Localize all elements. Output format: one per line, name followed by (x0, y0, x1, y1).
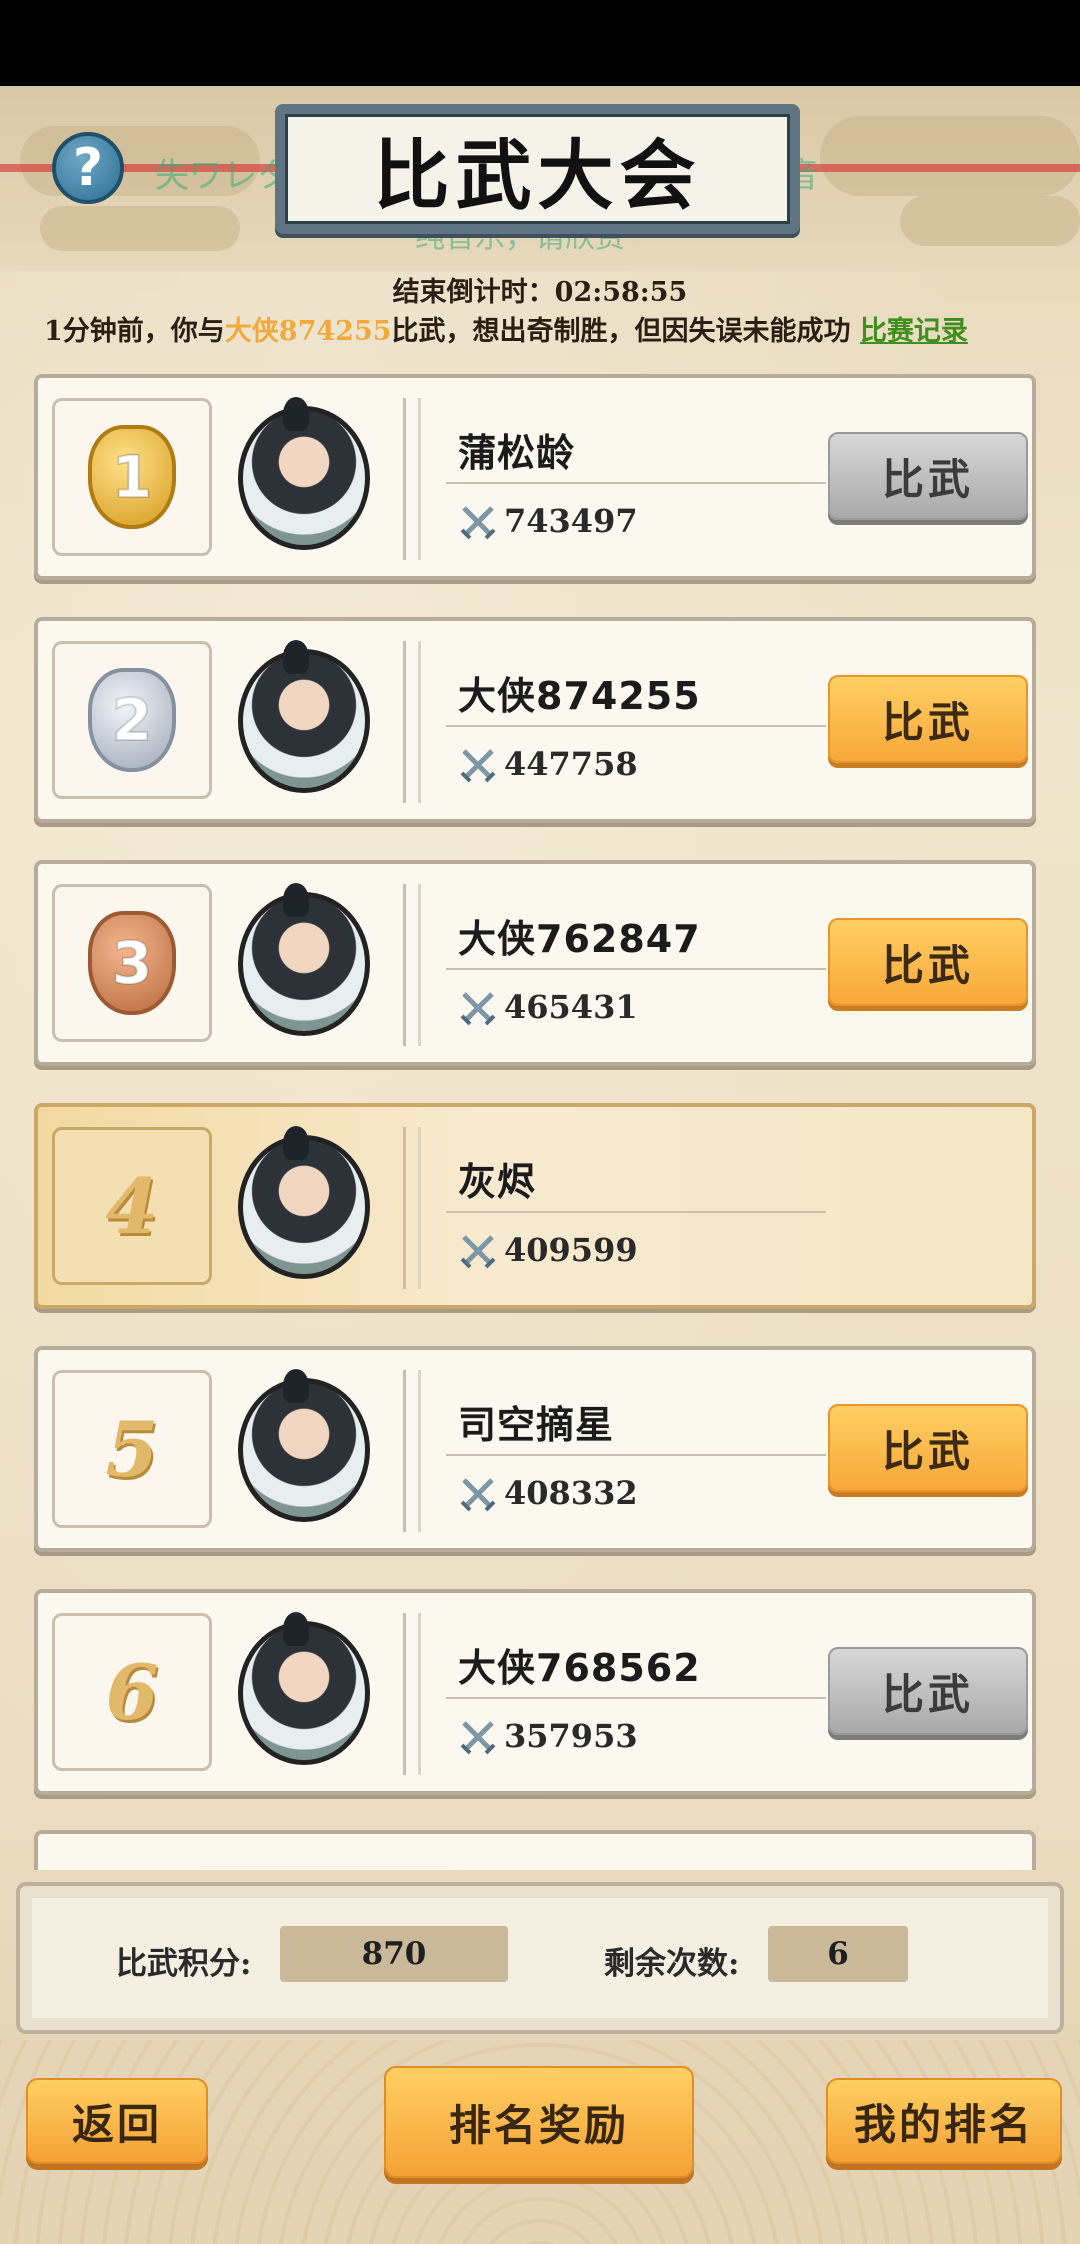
rank-number: 5 (105, 1404, 159, 1494)
gold-medal-icon: 1 (88, 425, 176, 529)
crossed-swords-icon (460, 1478, 496, 1512)
silver-medal-icon: 2 (88, 668, 176, 772)
fight-button[interactable]: 比武 (828, 675, 1028, 763)
player-name: 灰烬 (458, 1160, 537, 1204)
avatar (238, 883, 370, 1036)
title-plaque: 比武大会 (275, 104, 800, 234)
countdown: 结束倒计时：02:58:55 (0, 270, 1080, 309)
avatar (238, 1612, 370, 1765)
my-ranking-button[interactable]: 我的排名 (826, 2078, 1062, 2164)
crossed-swords-icon (460, 749, 496, 783)
combat-power: 409599 (504, 1231, 638, 1269)
rank-box: 2 (52, 641, 212, 799)
ranking-row-partial (34, 1830, 1036, 1870)
player-name: 大侠768562 (458, 1646, 701, 1690)
player-name: 蒲松龄 (458, 431, 576, 475)
countdown-value: 02:58:55 (554, 277, 688, 308)
crossed-swords-icon (460, 1235, 496, 1269)
page-title: 比武大会 (285, 114, 790, 224)
crossed-swords-icon (460, 506, 496, 540)
ranking-row: 1 蒲松龄 743497 比武 (34, 374, 1036, 580)
player-name: 大侠762847 (458, 917, 701, 961)
rank-box: 1 (52, 398, 212, 556)
score-label: 比武积分: (116, 1946, 252, 1982)
player-info: 灰烬 409599 (403, 1127, 1013, 1289)
combat-power: 447758 (504, 745, 638, 783)
player-name: 大侠874255 (458, 674, 701, 718)
fight-button[interactable]: 比武 (828, 432, 1028, 520)
avatar (238, 1369, 370, 1522)
countdown-label: 结束倒计时： (392, 277, 555, 308)
battle-record-link[interactable]: 比赛记录 (860, 316, 968, 347)
combat-power: 465431 (504, 988, 638, 1026)
fight-button[interactable]: 比武 (828, 1404, 1028, 1492)
rank-number: 6 (105, 1647, 159, 1737)
notice-prefix: 1分钟前，你与 (44, 316, 225, 347)
stats-bar: 比武积分: 870 剩余次数: 6 (16, 1882, 1064, 2034)
rank-number: 4 (105, 1161, 159, 1251)
question-icon: ? (72, 138, 104, 198)
ranking-row: 2 大侠874255 447758 比武 (34, 617, 1036, 823)
remaining-value: 6 (768, 1926, 908, 1982)
battle-notice: 1分钟前，你与大侠874255比武，想出奇制胜，但因失误未能成功 比赛记录 (44, 309, 1044, 348)
ranking-row: 6 大侠768562 357953 比武 (34, 1589, 1036, 1795)
rank-box: 6 (52, 1613, 212, 1771)
notice-opponent: 大侠874255 (224, 316, 392, 347)
avatar (238, 397, 370, 550)
fight-button[interactable]: 比武 (828, 918, 1028, 1006)
score-value: 870 (280, 1926, 508, 1982)
combat-power: 743497 (504, 502, 638, 540)
rank-box: 3 (52, 884, 212, 1042)
avatar (238, 640, 370, 793)
ranking-rewards-button[interactable]: 排名奖励 (384, 2066, 694, 2178)
player-name: 司空摘星 (458, 1403, 615, 1447)
fight-button[interactable]: 比武 (828, 1647, 1028, 1735)
rank-box: 5 (52, 1370, 212, 1528)
ranking-row: 3 大侠762847 465431 比武 (34, 860, 1036, 1066)
back-button[interactable]: 返回 (26, 2078, 208, 2164)
avatar (238, 1126, 370, 1279)
bronze-medal-icon: 3 (88, 911, 176, 1015)
ranking-row-self: 4 灰烬 409599 (34, 1103, 1036, 1309)
remaining-label: 剩余次数: (604, 1946, 740, 1982)
rank-box: 4 (52, 1127, 212, 1285)
crossed-swords-icon (460, 992, 496, 1026)
notice-suffix: 比武，想出奇制胜，但因失误未能成功 (391, 316, 851, 347)
help-button[interactable]: ? (52, 132, 124, 204)
crossed-swords-icon (460, 1721, 496, 1755)
combat-power: 357953 (504, 1717, 638, 1755)
status-bar (0, 0, 1080, 86)
ranking-row: 5 司空摘星 408332 比武 (34, 1346, 1036, 1552)
combat-power: 408332 (504, 1474, 638, 1512)
